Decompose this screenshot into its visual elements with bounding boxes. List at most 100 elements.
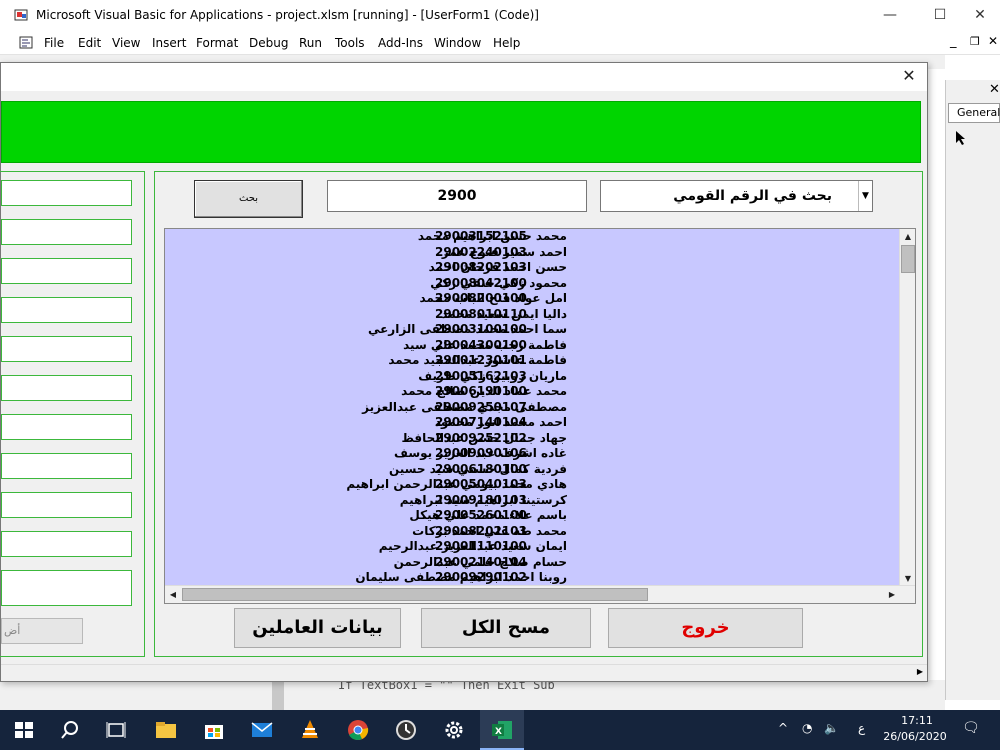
list-item[interactable]: محمود زكي حنفي زكي 29008042100	[165, 276, 901, 292]
list-item[interactable]: حسام صلاح حلمي عبدالرحمن 29002140104	[165, 555, 901, 571]
chevron-down-icon[interactable]: ▼	[858, 181, 872, 211]
list-item[interactable]: فاطمة رجب محمد علي سيد 29004300100	[165, 338, 901, 354]
list-item[interactable]: محمد حسن ابراهيم محمد 29003152105	[165, 229, 901, 245]
vlc-icon[interactable]	[298, 718, 322, 742]
notifications-icon[interactable]: 🗨	[962, 720, 980, 736]
employee-field-1[interactable]	[1, 180, 132, 206]
employee-field-4[interactable]	[1, 297, 132, 323]
child-close-icon[interactable]: ✕	[988, 34, 998, 48]
excel-icon[interactable]: X	[490, 718, 514, 742]
taskbar-date[interactable]: 26/06/2020	[883, 730, 947, 743]
list-item[interactable]: فاطمة عاشور عبدالمجيد محمد 29001230101	[165, 353, 901, 369]
employee-field-11[interactable]	[1, 570, 132, 606]
list-item[interactable]: باسم علاء محمد علي هيكل 29005260100	[165, 508, 901, 524]
network-icon[interactable]: ◔	[802, 721, 812, 735]
list-item[interactable]: ايمان سعيد عبدالعزيز عبدالرحيم 2900111010…	[165, 539, 901, 555]
national-id: 29001110100	[435, 539, 527, 553]
menu-edit[interactable]: Edit	[78, 36, 101, 50]
search-icon[interactable]	[58, 718, 82, 742]
scroll-right-icon[interactable]: ▶	[885, 588, 899, 602]
code-window-icon[interactable]	[18, 35, 34, 51]
list-item[interactable]: محمد طه علي احمد بركات 29008202103	[165, 524, 901, 540]
maximize-icon[interactable]: ☐	[920, 4, 960, 26]
list-item[interactable]: محمد عماد الدين صالح محمد 29006190100	[165, 384, 901, 400]
national-id: 29006180100	[435, 461, 527, 476]
userform-close-icon[interactable]: ✕	[899, 66, 919, 86]
vertical-scroll-thumb[interactable]	[901, 245, 915, 273]
search-button[interactable]: بحث	[194, 180, 303, 218]
list-item[interactable]: امل عواد فتح الباب محمد 29008200100	[165, 291, 901, 307]
child-restore-icon[interactable]: ❐	[970, 35, 980, 48]
form-horizontal-scrollbar[interactable]: ▶	[1, 664, 927, 681]
employee-field-10[interactable]	[1, 531, 132, 557]
child-minimize-icon[interactable]: _	[950, 34, 957, 49]
input-language[interactable]: ع	[858, 721, 865, 735]
employee-field-9[interactable]	[1, 492, 132, 518]
national-id: 29002140104	[435, 554, 527, 569]
search-mode-select[interactable]: بحث في الرقم القومي	[600, 180, 873, 212]
menu-tools[interactable]: Tools	[335, 36, 365, 50]
list-item[interactable]: كرستينا ابراهيم سيد ابراهيم 29009180103	[165, 493, 901, 509]
list-item[interactable]: سما احمد محمد مصطفى الزارعي 29003100100	[165, 322, 901, 338]
menu-run[interactable]: Run	[299, 36, 322, 50]
menu-format[interactable]: Format	[196, 36, 238, 50]
scroll-left-icon[interactable]: ◀	[166, 588, 180, 602]
list-item[interactable]: فردية كمال حسني سيد حسين 29006180100	[165, 462, 901, 478]
clear-all-button[interactable]: مسح الكل	[421, 608, 591, 648]
employee-field-2[interactable]	[1, 219, 132, 245]
tray-chevron-up-icon[interactable]: ^	[778, 721, 788, 735]
windows-start-icon[interactable]	[12, 718, 36, 742]
mail-icon[interactable]	[250, 718, 274, 742]
volume-icon[interactable]: 🔈	[824, 721, 839, 735]
file-explorer-icon[interactable]	[154, 718, 178, 742]
list-item[interactable]: روبنا احمد ابراهيم مصطفى سليمان 290092901…	[165, 570, 901, 586]
horizontal-scroll-thumb[interactable]	[182, 588, 648, 601]
menu-file[interactable]: File	[44, 36, 64, 50]
employees-data-button[interactable]: بيانات العاملين	[234, 608, 401, 648]
taskbar-time[interactable]: 17:11	[893, 714, 941, 727]
search-input[interactable]: 2900	[327, 180, 587, 212]
list-item[interactable]: غاده اشرف عبد العزيز يوسف 29009090106	[165, 446, 901, 462]
list-item[interactable]: حسن احمد فرحان احمد 29008202103	[165, 260, 901, 276]
list-item[interactable]: هادي محمد بيومي عبدالرحمن ابراهيم 2900504…	[165, 477, 901, 493]
employee-field-8[interactable]	[1, 453, 132, 479]
national-id: 29001230101	[435, 353, 527, 367]
employee-field-3[interactable]	[1, 258, 132, 284]
chrome-icon[interactable]	[346, 718, 370, 742]
horizontal-scrollbar[interactable]: ◀ ▶	[165, 585, 915, 603]
close-icon[interactable]: ✕	[960, 4, 1000, 26]
national-id: 29008200100	[435, 291, 527, 305]
menu-debug[interactable]: Debug	[249, 36, 288, 50]
menu-view[interactable]: View	[112, 36, 140, 50]
list-item[interactable]: احمد محمد انور محمود 29007140104	[165, 415, 901, 431]
panel-close-icon[interactable]: ✕	[989, 82, 1000, 97]
object-dropdown[interactable]: General	[948, 103, 1000, 123]
add-button[interactable]: أض	[1, 618, 83, 644]
settings-gear-icon[interactable]	[442, 718, 466, 742]
scroll-up-icon[interactable]: ▲	[901, 230, 915, 244]
scroll-down-icon[interactable]: ▼	[901, 572, 915, 586]
list-item[interactable]: مصطفى مجدي مصطفى عبدالعزيز 29009250107	[165, 400, 901, 416]
national-id: 29004300100	[435, 337, 527, 352]
employee-field-5[interactable]	[1, 336, 132, 362]
task-view-icon[interactable]	[104, 718, 128, 742]
employee-field-6[interactable]	[1, 375, 132, 401]
menu-insert[interactable]: Insert	[152, 36, 186, 50]
menu-window[interactable]: Window	[434, 36, 481, 50]
list-item[interactable]: داليا ايمن سعيد محمد 29008010110	[165, 307, 901, 323]
national-id: 29009090106	[435, 446, 527, 460]
national-id: 29005162103	[435, 368, 527, 383]
results-listbox[interactable]: محمد حسن ابراهيم محمد 29003152105 احمد سمي…	[164, 228, 916, 604]
exit-button[interactable]: خروج	[608, 608, 803, 648]
minimize-icon[interactable]: —	[870, 4, 910, 26]
menu-help[interactable]: Help	[493, 36, 520, 50]
menu-add-ins[interactable]: Add-Ins	[378, 36, 423, 50]
clock-app-icon[interactable]	[394, 718, 418, 742]
store-icon[interactable]	[202, 718, 226, 742]
list-item[interactable]: ماريان روبين زكي ظريف 29005162103	[165, 369, 901, 385]
list-item[interactable]: جهاد جمال حسن عبدالحافظ 29009252102	[165, 431, 901, 447]
vertical-scrollbar[interactable]: ▲ ▼	[899, 229, 915, 587]
list-item[interactable]: احمد سمير فتوح عمر 29002240103	[165, 245, 901, 261]
form-scroll-right-icon[interactable]: ▶	[917, 667, 923, 676]
employee-field-7[interactable]	[1, 414, 132, 440]
